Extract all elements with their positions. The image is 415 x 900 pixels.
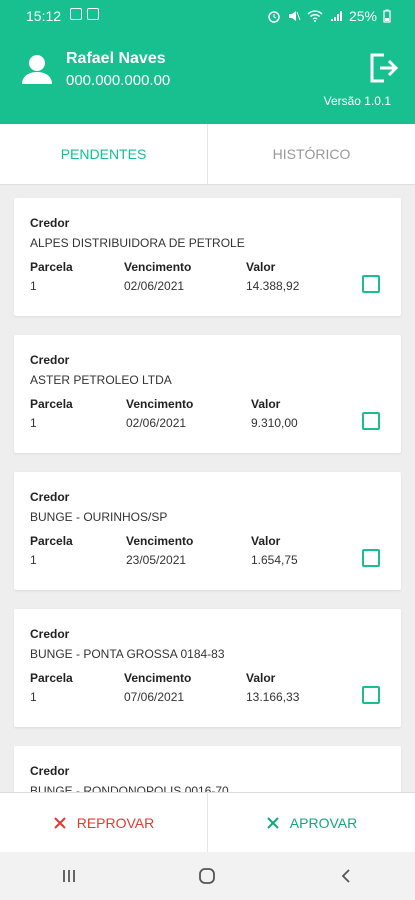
payment-card[interactable]: Credor BUNGE - OURINHOS/SP Parcela 1 Ven… — [14, 472, 401, 590]
tab-pendentes[interactable]: PENDENTES — [0, 124, 207, 184]
back-button[interactable] — [316, 856, 376, 896]
user-avatar-icon — [22, 55, 52, 84]
home-button[interactable] — [177, 856, 237, 896]
parcela-value: 1 — [30, 416, 37, 430]
tab-bar: PENDENTES HISTÓRICO — [0, 124, 415, 185]
wifi-icon — [307, 10, 323, 22]
gallery-notification-icon — [87, 8, 99, 20]
valor-value: 1.654,75 — [251, 553, 298, 567]
signal-icon — [330, 11, 342, 21]
payment-card[interactable]: Credor ALPES DISTRIBUIDORA DE PETROLE Pa… — [14, 198, 401, 316]
parcela-label: Parcela — [30, 671, 73, 685]
back-icon — [341, 869, 350, 883]
reject-button[interactable]: REPROVAR — [0, 793, 207, 853]
payment-card[interactable]: Credor BUNGE - RONDONOPOLIS 0016-70 — [14, 746, 401, 792]
recent-apps-button[interactable] — [39, 856, 99, 896]
select-checkbox[interactable] — [362, 275, 380, 293]
credor-value: ASTER PETROLEO LTDA — [30, 373, 172, 387]
pending-list: Credor ALPES DISTRIBUIDORA DE PETROLE Pa… — [0, 184, 415, 792]
valor-label: Valor — [246, 671, 276, 685]
credor-value: BUNGE - PONTA GROSSA 0184-83 — [30, 647, 225, 661]
vencimento-value: 02/06/2021 — [126, 416, 187, 430]
close-icon — [54, 817, 66, 829]
vencimento-value: 02/06/2021 — [124, 279, 185, 293]
valor-value: 14.388,92 — [246, 279, 300, 293]
valor-label: Valor — [246, 260, 276, 274]
select-checkbox[interactable] — [362, 549, 380, 567]
parcela-value: 1 — [30, 690, 37, 704]
parcela-label: Parcela — [30, 260, 73, 274]
parcela-label: Parcela — [30, 397, 73, 411]
credor-label: Credor — [30, 764, 70, 778]
system-icons: 25% — [267, 8, 391, 24]
approve-button[interactable]: APROVAR — [207, 793, 415, 853]
credor-value: BUNGE - OURINHOS/SP — [30, 510, 168, 524]
mute-icon — [288, 11, 301, 21]
battery-icon — [383, 9, 391, 23]
system-nav-bar — [0, 852, 415, 900]
user-name: Rafael Naves — [66, 50, 166, 67]
vencimento-label: Vencimento — [124, 671, 192, 685]
recent-apps-icon — [63, 870, 76, 882]
valor-label: Valor — [251, 534, 281, 548]
credor-label: Credor — [30, 627, 70, 641]
select-checkbox[interactable] — [362, 412, 380, 430]
parcela-value: 1 — [30, 279, 37, 293]
payment-card[interactable]: Credor BUNGE - PONTA GROSSA 0184-83 Parc… — [14, 609, 401, 727]
status-time: 15:12 — [26, 8, 62, 24]
payment-card[interactable]: Credor ASTER PETROLEO LTDA Parcela 1 Ven… — [14, 335, 401, 453]
user-document: 000.000.000.00 — [66, 72, 171, 89]
parcela-label: Parcela — [30, 534, 73, 548]
vencimento-label: Vencimento — [126, 534, 194, 548]
logout-icon[interactable] — [368, 52, 398, 84]
valor-value: 9.310,00 — [251, 416, 298, 430]
credor-value: BUNGE - RONDONOPOLIS 0016-70 — [30, 784, 229, 792]
reject-label: REPROVAR — [76, 815, 155, 831]
approve-label: APROVAR — [289, 815, 358, 831]
credor-label: Credor — [30, 353, 70, 367]
parcela-value: 1 — [30, 553, 37, 567]
status-bar: 15:12 25% — [0, 0, 415, 32]
tab-historico[interactable]: HISTÓRICO — [207, 124, 415, 184]
action-bar: REPROVAR APROVAR — [0, 792, 415, 853]
image-notification-icon — [70, 8, 82, 20]
battery-percent: 25% — [348, 8, 377, 24]
vencimento-value: 23/05/2021 — [126, 553, 187, 567]
select-checkbox[interactable] — [362, 686, 380, 704]
notification-icons — [70, 8, 99, 20]
valor-value: 13.166,33 — [246, 690, 300, 704]
home-icon — [199, 868, 216, 884]
close-icon — [267, 817, 279, 829]
alarm-icon — [268, 11, 280, 23]
credor-value: ALPES DISTRIBUIDORA DE PETROLE — [30, 236, 245, 250]
app-version: Versão 1.0.1 — [323, 94, 391, 108]
credor-label: Credor — [30, 490, 70, 504]
vencimento-label: Vencimento — [124, 260, 192, 274]
valor-label: Valor — [251, 397, 281, 411]
app-header: Rafael Naves 000.000.000.00 Versão 1.0.1 — [0, 32, 415, 124]
vencimento-label: Vencimento — [126, 397, 194, 411]
credor-label: Credor — [30, 216, 70, 230]
vencimento-value: 07/06/2021 — [124, 690, 185, 704]
